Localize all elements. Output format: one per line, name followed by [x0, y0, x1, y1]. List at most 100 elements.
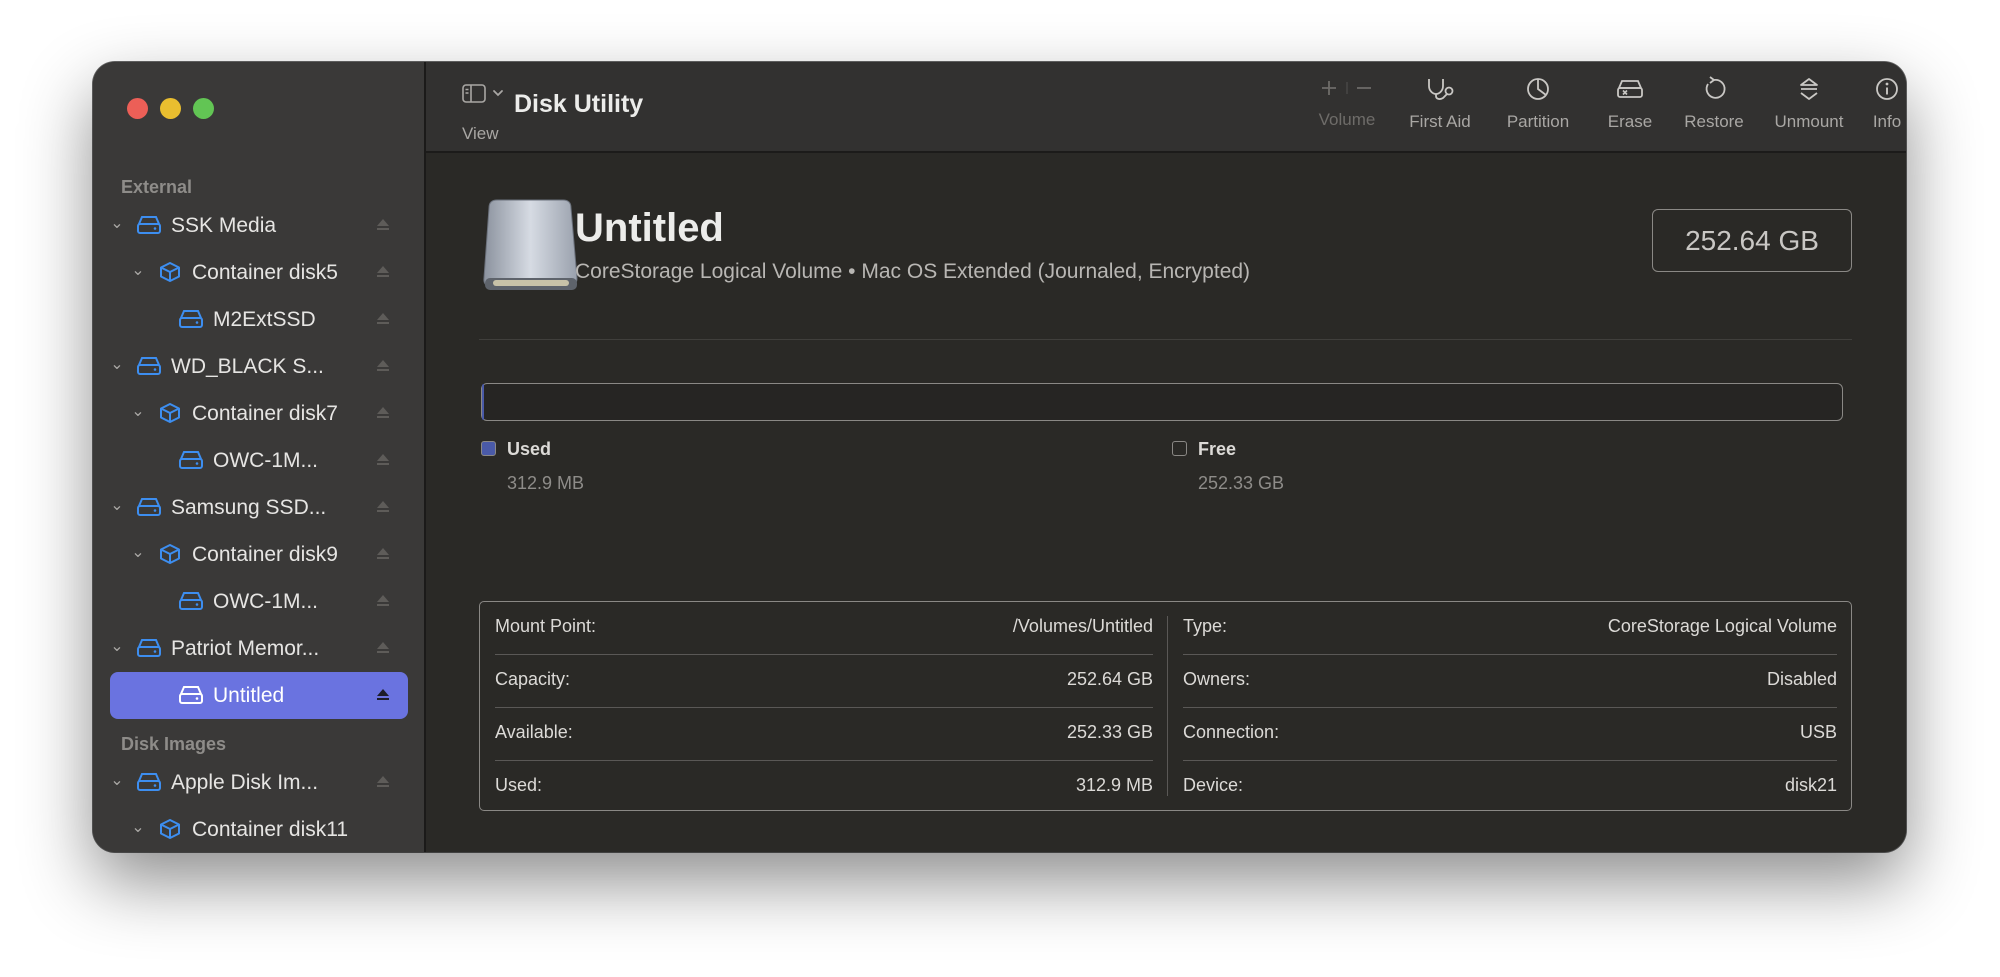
sidebar-item-label: SSK Media: [171, 214, 277, 237]
sidebar-item-label: M2ExtSSD: [213, 308, 316, 331]
sidebar-item-container-disk11[interactable]: ⌄ Container disk11: [93, 806, 424, 852]
info-value: /Volumes/Untitled: [1012, 616, 1153, 636]
sidebar-toggle-icon: [462, 84, 503, 103]
used-label: Used: [507, 439, 552, 459]
eject-icon[interactable]: [376, 592, 390, 608]
eject-icon[interactable]: [376, 498, 390, 514]
sidebar-item-apple-disk-image[interactable]: ⌄ Apple Disk Im...: [93, 759, 424, 806]
info-icon: [1876, 78, 1898, 100]
partition-label: Partition: [1506, 112, 1570, 131]
info-value: Disabled: [1766, 669, 1837, 689]
sidebar-item-label: Untitled: [213, 684, 285, 707]
eject-icon[interactable]: [376, 357, 390, 373]
eject-icon[interactable]: [376, 310, 390, 326]
erase-button[interactable]: Erase: [1601, 76, 1659, 132]
info-label: Info: [1872, 112, 1902, 131]
sidebar-item-container-disk5[interactable]: ⌄ Container disk5: [93, 249, 424, 296]
container-icon: [160, 403, 180, 423]
info-button[interactable]: Info: [1863, 76, 1906, 132]
erase-drive-icon: [1617, 80, 1643, 98]
eject-icon[interactable]: [376, 686, 390, 702]
sidebar-item-samsung-ssd[interactable]: ⌄ Samsung SSD...: [93, 484, 424, 531]
info-row-available: Available: 252.33 GB: [495, 708, 1153, 761]
chevron-down-icon[interactable]: ⌄: [110, 216, 124, 232]
main-content: Untitled CoreStorage Logical Volume • Ma…: [426, 153, 1906, 852]
volume-drive-icon: [483, 199, 578, 290]
partition-button[interactable]: Partition: [1497, 76, 1579, 132]
info-key: Used:: [495, 775, 543, 795]
sidebar-item-owc-2[interactable]: OWC-1M...: [93, 578, 424, 625]
external-drive-icon: [137, 773, 161, 791]
sidebar: External ⌄ SSK Media ⌄ Container disk5 M…: [93, 62, 426, 852]
container-icon: [160, 819, 180, 839]
info-value: USB: [1799, 722, 1837, 742]
sidebar-item-untitled[interactable]: Untitled: [110, 672, 408, 719]
unmount-button[interactable]: Unmount: [1766, 76, 1852, 132]
info-row-device: Device: disk21: [1183, 761, 1837, 813]
restore-arrow-icon: [1705, 76, 1726, 99]
external-drive-icon: [137, 639, 161, 657]
sidebar-item-container-disk9[interactable]: ⌄ Container disk9: [93, 531, 424, 578]
info-key: Available:: [495, 722, 573, 742]
free-swatch: [1172, 441, 1187, 456]
sidebar-item-m2extssd[interactable]: M2ExtSSD: [93, 296, 424, 343]
sidebar-item-label: OWC-1M...: [213, 449, 318, 472]
sidebar-item-owc-1[interactable]: OWC-1M...: [93, 437, 424, 484]
info-key: Type:: [1183, 616, 1228, 636]
external-drive-icon: [137, 357, 161, 375]
minimize-button[interactable]: [160, 98, 181, 119]
sidebar-item-label: Samsung SSD...: [171, 496, 327, 519]
info-row-mount-point: Mount Point: /Volumes/Untitled: [495, 602, 1153, 655]
chevron-down-icon[interactable]: ⌄: [110, 498, 124, 514]
external-drive-icon: [137, 216, 161, 234]
eject-icon[interactable]: [376, 545, 390, 561]
volume-button[interactable]: Volume: [1311, 76, 1383, 130]
disk-utility-window: External ⌄ SSK Media ⌄ Container disk5 M…: [93, 62, 1906, 852]
section-disk-images: Disk Images: [121, 734, 227, 754]
sidebar-item-label: Container disk7: [192, 402, 338, 425]
volume-label: Volume: [1318, 110, 1376, 129]
eject-icon[interactable]: [376, 451, 390, 467]
used-value: 312.9 MB: [507, 473, 585, 493]
eject-icon[interactable]: [376, 773, 390, 789]
chevron-down-icon[interactable]: ⌄: [110, 639, 124, 655]
info-key: Mount Point:: [495, 616, 597, 636]
toolbar: View Disk Utility Volume First Aid Parti…: [426, 62, 1906, 153]
volume-icon: [179, 592, 203, 610]
window-controls: [127, 98, 214, 119]
info-value: 252.64 GB: [1066, 669, 1153, 689]
first-aid-button[interactable]: First Aid: [1400, 76, 1480, 132]
chevron-down-icon[interactable]: ⌄: [131, 404, 145, 420]
sidebar-item-label: OWC-1M...: [213, 590, 318, 613]
chevron-down-icon[interactable]: ⌄: [110, 773, 124, 789]
eject-icon[interactable]: [376, 263, 390, 279]
chevron-down-icon[interactable]: ⌄: [110, 357, 124, 373]
eject-icon[interactable]: [376, 216, 390, 232]
view-button[interactable]: View: [462, 82, 522, 143]
sidebar-item-patriot-memory[interactable]: ⌄ Patriot Memor...: [93, 625, 424, 672]
restore-button[interactable]: Restore: [1678, 76, 1750, 132]
info-value: 252.33 GB: [1066, 722, 1153, 742]
sidebar-item-label: Apple Disk Im...: [171, 771, 319, 794]
close-button[interactable]: [127, 98, 148, 119]
info-column-left: Mount Point: /Volumes/Untitled Capacity:…: [480, 602, 1167, 810]
container-icon: [160, 544, 180, 564]
info-row-owners: Owners: Disabled: [1183, 655, 1837, 708]
unmount-icon: [1800, 78, 1818, 100]
eject-icon[interactable]: [376, 639, 390, 655]
stethoscope-icon: [1428, 79, 1454, 100]
chevron-down-icon[interactable]: ⌄: [131, 263, 145, 279]
chevron-down-icon[interactable]: ⌄: [131, 545, 145, 561]
sidebar-item-wd-black[interactable]: ⌄ WD_BLACK S...: [93, 343, 424, 390]
divider: [479, 339, 1852, 340]
eject-icon[interactable]: [376, 404, 390, 420]
sidebar-item-label: Patriot Memor...: [171, 637, 320, 660]
info-row-type: Type: CoreStorage Logical Volume: [1183, 602, 1837, 655]
zoom-button[interactable]: [193, 98, 214, 119]
free-label: Free: [1198, 439, 1237, 459]
chevron-down-icon[interactable]: ⌄: [131, 820, 145, 836]
sidebar-item-container-disk7[interactable]: ⌄ Container disk7: [93, 390, 424, 437]
volume-subtitle: CoreStorage Logical Volume • Mac OS Exte…: [575, 260, 1251, 283]
volume-icon: [179, 451, 203, 469]
sidebar-item-ssk-media[interactable]: ⌄ SSK Media: [93, 202, 424, 249]
